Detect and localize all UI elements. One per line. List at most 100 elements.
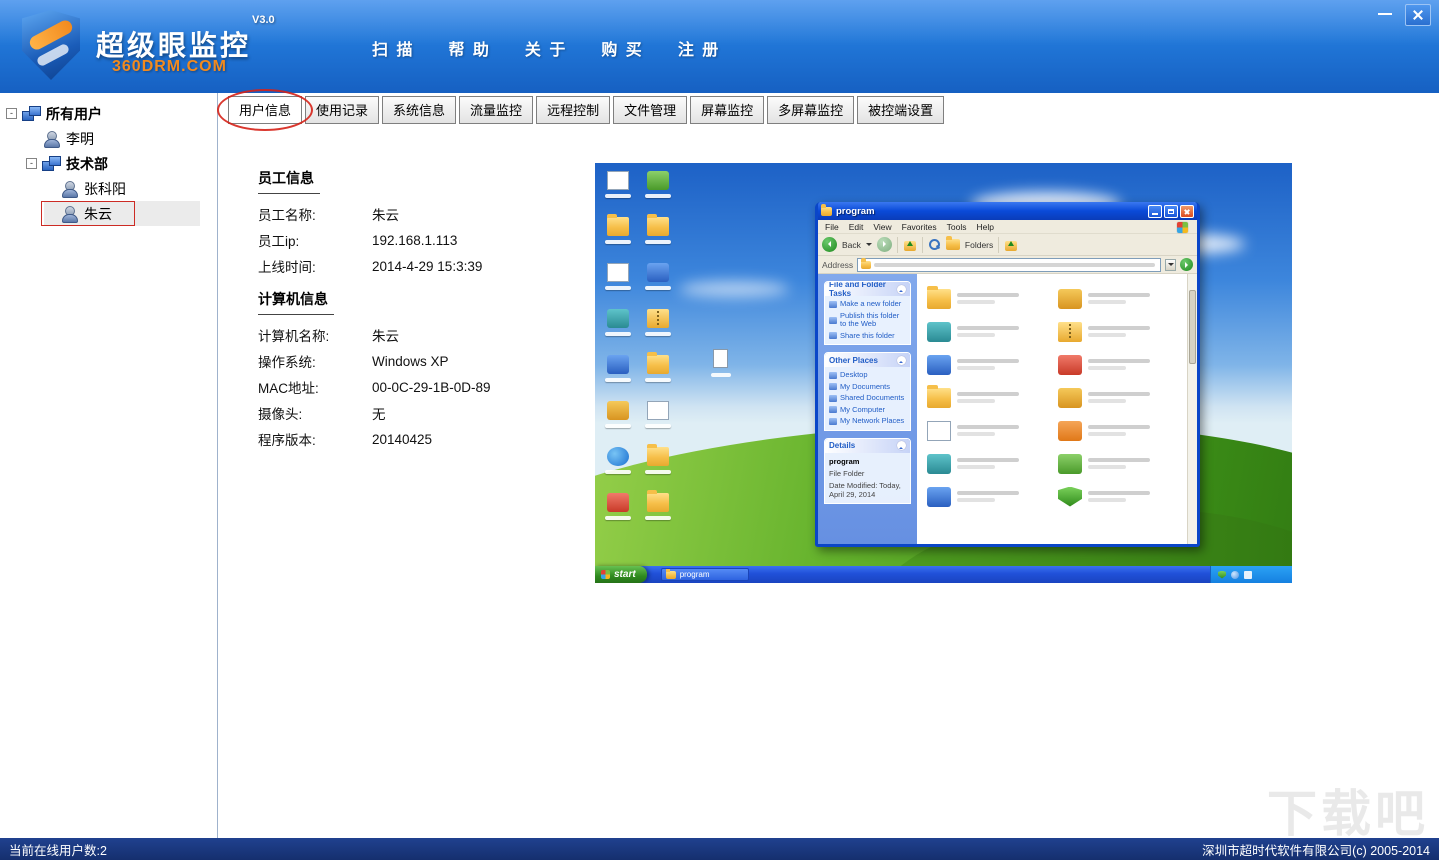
file-icon	[927, 321, 951, 342]
desktop-icon-glyph	[607, 263, 629, 282]
tab[interactable]: 用户信息	[217, 89, 314, 131]
desktop-icon	[640, 261, 676, 307]
info-value: Windows XP	[372, 353, 449, 369]
task-pane-item: Shared Documents	[829, 393, 906, 403]
app-window: 超级眼监控 V3.0 360DRM.COM 扫 描 帮 助 关 于 购 买 注 …	[0, 0, 1439, 860]
chevron-up-icon	[897, 441, 906, 450]
tree-expander-icon[interactable]: -	[6, 108, 17, 119]
go-icon	[1180, 258, 1193, 271]
close-icon[interactable]	[1405, 4, 1431, 26]
tab[interactable]: 使用记录	[305, 96, 380, 124]
file-item	[1058, 414, 1181, 447]
user-tree: - 所有用户 李明 - 技术部 张科阳 朱云	[0, 101, 217, 226]
tab[interactable]: 系统信息	[382, 96, 457, 124]
info-label: 计算机名称:	[258, 329, 330, 344]
app-website: 360DRM.COM	[112, 58, 227, 75]
tab-label: 文件管理	[624, 103, 677, 118]
task-pane-item: Share this folder	[829, 330, 906, 341]
info-row: 摄像头: 无	[258, 400, 588, 426]
tree-expander-icon[interactable]: -	[26, 158, 37, 169]
cloud	[678, 280, 789, 297]
info-value: 20140425	[372, 431, 433, 447]
desktop-icon-glyph	[607, 171, 629, 190]
tree-item[interactable]: - 所有用户	[6, 101, 110, 126]
forward-icon	[876, 237, 892, 252]
tree-item[interactable]: 张科阳	[44, 176, 134, 201]
tab[interactable]: 远程控制	[536, 96, 611, 124]
explorer-addressbar: Address	[818, 256, 1197, 274]
tree-item[interactable]: 朱云	[41, 201, 200, 226]
explorer-menu-item: Tools	[946, 221, 967, 232]
file-item	[927, 480, 1050, 513]
task-pane-item: Desktop	[829, 370, 906, 380]
task-pane-item: Make a new folder	[829, 299, 906, 309]
tab[interactable]: 文件管理	[613, 96, 688, 124]
explorer-task-pane: File and Folder Tasks Make a new folder	[818, 274, 917, 544]
tab[interactable]: 多屏幕监控	[767, 96, 855, 124]
info-row: 上线时间: 2014-4-29 15:3:39	[258, 253, 588, 279]
desktop-icon	[640, 399, 676, 445]
desktop-icon-label	[645, 470, 671, 474]
explorer-window: program File Edit View Favorites Tools H…	[815, 202, 1200, 547]
desktop-icon-glyph	[607, 447, 629, 466]
task-item-icon	[829, 332, 837, 340]
main-menu-item[interactable]: 关 于	[525, 36, 567, 60]
file-label	[957, 491, 1019, 502]
tree-node-label: 李明	[66, 130, 94, 147]
tree-item[interactable]: - 技术部	[26, 151, 116, 176]
desktop-icons	[600, 169, 678, 537]
main-menu-item[interactable]: 购 买	[601, 36, 643, 60]
employee-info-heading: 员工信息	[258, 168, 320, 194]
tab[interactable]: 被控端设置	[857, 96, 945, 124]
main-menu-item[interactable]: 帮 助	[448, 36, 490, 60]
info-value: 朱云	[372, 329, 399, 344]
main-menu-item[interactable]: 注 册	[678, 36, 720, 60]
file-icon	[1058, 486, 1082, 507]
tab-label: 系统信息	[393, 103, 446, 118]
info-label: MAC地址:	[258, 381, 319, 396]
tree-node-label: 朱云	[84, 205, 112, 222]
desktop-icon	[600, 399, 636, 445]
task-pane-item: My Network Places	[829, 416, 906, 426]
file-icon	[927, 486, 951, 507]
search-icon	[928, 238, 941, 251]
folders-label: Folders	[964, 239, 994, 250]
desktop-icon-glyph	[647, 490, 669, 512]
minimize-icon[interactable]	[1375, 4, 1395, 22]
desktop-icon	[640, 352, 676, 399]
system-tray	[1210, 566, 1292, 583]
panel-title: Other Places	[829, 355, 878, 365]
separator	[896, 236, 898, 253]
tab-label: 流量监控	[470, 103, 523, 118]
task-item-icon	[829, 417, 837, 425]
window-controls	[1375, 4, 1431, 26]
task-item-icon	[829, 406, 837, 414]
windows-logo-icon	[601, 570, 610, 579]
tree-item[interactable]: 李明	[26, 126, 102, 151]
task-item-label: Share this folder	[840, 330, 895, 340]
computer-info-heading: 计算机信息	[258, 289, 334, 315]
tab[interactable]: 屏幕监控	[690, 96, 765, 124]
info-row: 员工ip: 192.168.1.113	[258, 227, 588, 253]
task-item-label: My Computer	[840, 404, 886, 414]
info-value: 00-0C-29-1B-0D-89	[372, 379, 491, 395]
desktop-icon-label	[645, 516, 671, 520]
desktop-icon-label	[605, 194, 631, 198]
main-menu-item[interactable]: 扫 描	[372, 36, 414, 60]
task-pane-item: My Computer	[829, 404, 906, 415]
tab[interactable]: 流量监控	[459, 96, 534, 124]
file-icon	[1058, 420, 1082, 441]
file-icon	[927, 354, 951, 375]
other-places-panel: Other Places Desktop My Documents Shared…	[824, 352, 911, 431]
computer-info-rows: 计算机名称: 朱云 操作系统: Windows XP MAC地址: 00-0C-…	[258, 322, 588, 452]
back-icon	[822, 237, 837, 252]
desktop-icon-glyph	[647, 352, 669, 374]
views-icon	[1004, 238, 1018, 251]
file-label	[957, 458, 1019, 469]
remote-desktop-screenshot[interactable]: program File Edit View Favorites Tools H…	[595, 163, 1292, 583]
file-item	[927, 381, 1050, 414]
chevron-down-icon	[865, 243, 872, 249]
file-item	[1058, 315, 1181, 348]
file-icon	[1058, 453, 1082, 474]
app-logo-shield-icon	[22, 10, 80, 80]
